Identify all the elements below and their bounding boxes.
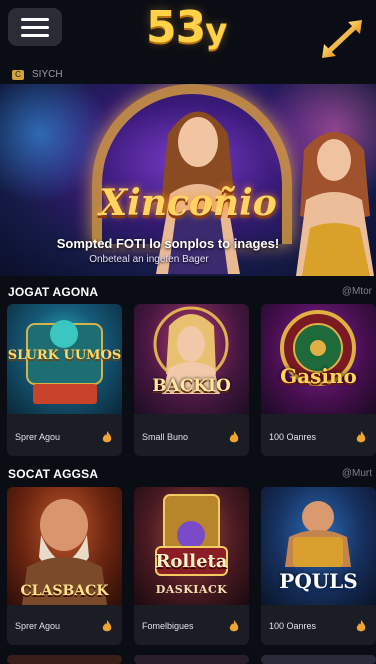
banner-title: Xincoñio [99,182,277,224]
section-title: JOGAT AGONA [8,285,99,299]
flame-icon [229,620,239,632]
brand-logo[interactable]: 53y [146,2,227,53]
sub-toolbar-label[interactable]: SIYCH [32,69,63,80]
game-art-label: CLASBACK [20,583,109,599]
game-art-label: PQULS [279,569,358,593]
logo-text: 53 [146,2,206,53]
game-thumbnail: SLURK UUMOS [7,304,122,414]
app-header: 53y [0,0,376,66]
game-thumbnail: CLASBACK [7,487,122,605]
game-card[interactable]: BACKIO Small Buno [134,304,249,456]
section-header: JOGAT AGONA @Mtor [0,282,376,302]
game-caption: 100 Oanres [269,621,317,631]
sub-toolbar: C SIYCH [0,66,376,84]
flame-icon [229,431,239,443]
game-art-label: BACKIO [152,376,231,396]
game-caption: Sprer Agou [15,432,61,442]
game-card-peek[interactable] [7,655,122,664]
promo-banner[interactable]: Xincoñio Sompted FOTI lo sonplos to inag… [0,84,376,276]
game-card-peek[interactable] [134,655,249,664]
section-header: SOCAT AGGSA @Murt [0,464,376,484]
game-card[interactable]: CLASBACK Sprer Agou [7,487,122,645]
see-more-link[interactable]: @Mtor [342,286,372,297]
menu-line [21,33,49,37]
section-title: SOCAT AGGSA [8,467,99,481]
game-art-label: Gasino [280,364,357,388]
hamburger-menu-button[interactable] [8,8,62,46]
game-card[interactable]: Gasino 100 Oanres [261,304,376,456]
game-caption: 100 Oanres [269,432,317,442]
game-thumbnail: Rolleta DASKIACK [134,487,249,605]
banner-subtitle: Sompted FOTI lo sonplos to inages! [56,236,280,251]
game-caption: Small Buno [142,432,189,442]
game-thumbnail: PQULS [261,487,376,605]
game-card-peek[interactable] [261,655,376,664]
game-art [280,310,356,386]
category-chip[interactable]: C [12,70,24,80]
banner-tagline: Onbeteal an ingefen Bager [89,254,209,265]
expand-arrows-icon[interactable] [314,14,370,62]
game-art-label: Rolleta [155,551,228,572]
logo-suffix: y [205,11,227,51]
game-art-label: SLURK UUMOS [7,348,122,363]
flame-icon [356,620,366,632]
game-art [153,306,229,394]
game-thumbnail: Gasino [261,304,376,414]
game-card[interactable]: Rolleta DASKIACK Fomelbigues [134,487,249,645]
see-more-link[interactable]: @Murt [342,468,372,479]
game-card[interactable]: PQULS 100 Oanres [261,487,376,645]
menu-line [21,17,49,21]
flame-icon [102,620,112,632]
game-caption: Sprer Agou [15,621,61,631]
flame-icon [102,431,112,443]
game-art-sublabel: DASKIACK [155,583,228,596]
menu-line [21,25,49,29]
game-thumbnail: BACKIO [134,304,249,414]
game-card[interactable]: SLURK UUMOS Sprer Agou [7,304,122,456]
game-caption: Fomelbigues [142,621,194,631]
flame-icon [356,431,366,443]
